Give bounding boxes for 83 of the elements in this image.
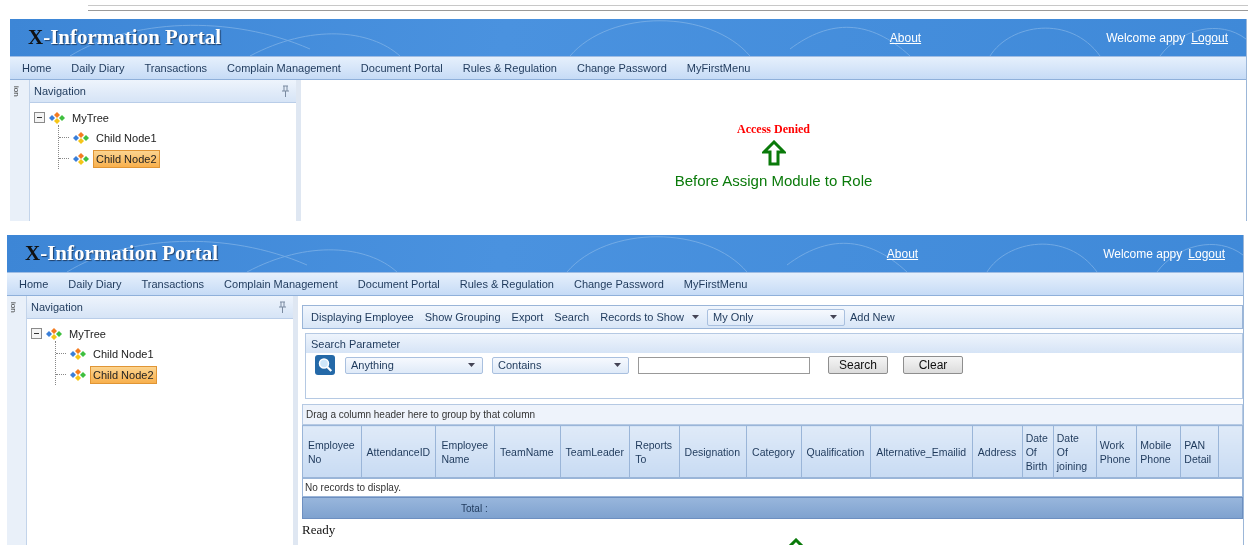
search-input[interactable] [638,356,810,374]
tree-node[interactable]: Child Node2 [90,365,157,384]
column-header[interactable]: AttendanceID [361,425,436,478]
column-header[interactable]: Employee No [302,425,362,478]
column-header[interactable]: Employee Name [435,425,495,478]
node-icon [72,131,90,144]
collapse-icon[interactable] [34,112,45,123]
tree-node[interactable]: MyTree [66,324,109,343]
menu-item[interactable]: Complain Management [214,278,348,290]
toolbar-item[interactable]: Show Grouping [419,311,507,323]
tree-node[interactable]: MyTree [69,108,112,127]
column-header[interactable]: TeamLeader [560,425,630,478]
menu-item[interactable]: MyFirstMenu [676,62,761,74]
node-icon [69,347,87,360]
column-header[interactable]: Qualification [801,425,871,478]
node-icon [48,111,66,124]
tree-node[interactable]: Child Node1 [93,128,160,147]
column-header[interactable]: Reports To [629,425,680,478]
caption-text: Before Assign Module to Role [674,172,873,189]
records-select[interactable]: My Only [706,308,845,326]
caret-icon [691,315,699,319]
caret-icon [468,363,475,367]
tree-node[interactable]: Child Node1 [90,344,157,363]
column-header[interactable]: Work Phone [1096,425,1137,478]
search-button[interactable]: Search [828,356,888,374]
caret-icon [614,363,621,367]
menu-item[interactable]: Change Password [563,278,674,290]
column-header[interactable]: Mobile Phone [1136,425,1181,478]
menu-item[interactable]: Daily Diary [58,278,132,290]
portal-title: X-Information Portal [28,25,222,50]
logout-link[interactable]: Logout [1188,246,1225,261]
node-icon [72,152,90,165]
status-text: Ready [302,522,337,538]
column-header[interactable]: Category [746,425,802,478]
column-header[interactable]: TeamName [494,425,561,478]
menu-item[interactable]: Daily Diary [61,62,135,74]
records-to-show-menu[interactable]: Records to Show [595,311,690,323]
add-new-link[interactable]: Add New [844,311,901,323]
search-panel-title: Search Parameter [306,334,1242,353]
logout-link[interactable]: Logout [1191,30,1228,45]
navigation-title: Navigation [31,301,83,313]
column-header[interactable]: Designation [679,425,747,478]
total-label: Total : [461,502,488,514]
menu-item[interactable]: Document Portal [350,62,453,74]
search-icon[interactable] [315,355,335,375]
empty-message: No records to display. [302,478,1243,497]
welcome-text: Welcome appy [1103,246,1183,261]
navigation-title: Navigation [34,85,86,97]
clear-button[interactable]: Clear [903,356,963,374]
menu-item[interactable]: Home [12,62,62,74]
collapsed-pane-strip[interactable]: ion [7,296,27,545]
toolbar-item[interactable]: Displaying Employee [306,311,420,323]
toolbar-item[interactable]: Search [549,311,596,323]
node-icon [45,327,63,340]
menu-item[interactable]: MyFirstMenu [673,278,758,290]
menu-item[interactable]: Home [9,278,59,290]
toolbar-item[interactable]: Export [506,311,550,323]
operator-select[interactable]: Contains [492,356,629,374]
column-header[interactable]: Address [972,425,1023,478]
pin-icon[interactable] [281,85,290,97]
menu-item[interactable]: Rules & Regulation [449,278,564,290]
arrow-up-icon [761,140,786,166]
menu-item[interactable]: Rules & Regulation [452,62,567,74]
column-header[interactable]: Alternative_Emailid [870,425,973,478]
menu-item[interactable]: Transactions [131,278,215,290]
tree-node[interactable]: Child Node2 [93,149,160,168]
pin-icon[interactable] [278,301,287,313]
welcome-text: Welcome appy [1106,30,1186,45]
menu-item[interactable]: Document Portal [347,278,450,290]
group-by-hint: Drag a column header here to group by that column [302,404,1243,425]
menu-item[interactable]: Change Password [566,62,677,74]
access-denied-message: Access Denied [737,122,810,137]
caret-icon [829,315,837,319]
collapse-icon[interactable] [31,328,42,339]
column-header[interactable]: PAN Detail [1180,425,1219,478]
column-header[interactable]: Date Of Birth [1022,425,1054,478]
field-select[interactable]: Anything [345,356,483,374]
menu-item[interactable]: Complain Management [217,62,351,74]
column-header[interactable]: Date Of joining [1053,425,1097,478]
node-icon [69,368,87,381]
portal-title: X-Information Portal [25,241,219,266]
collapsed-pane-strip[interactable]: ion [10,80,30,221]
menu-item[interactable]: Transactions [134,62,218,74]
